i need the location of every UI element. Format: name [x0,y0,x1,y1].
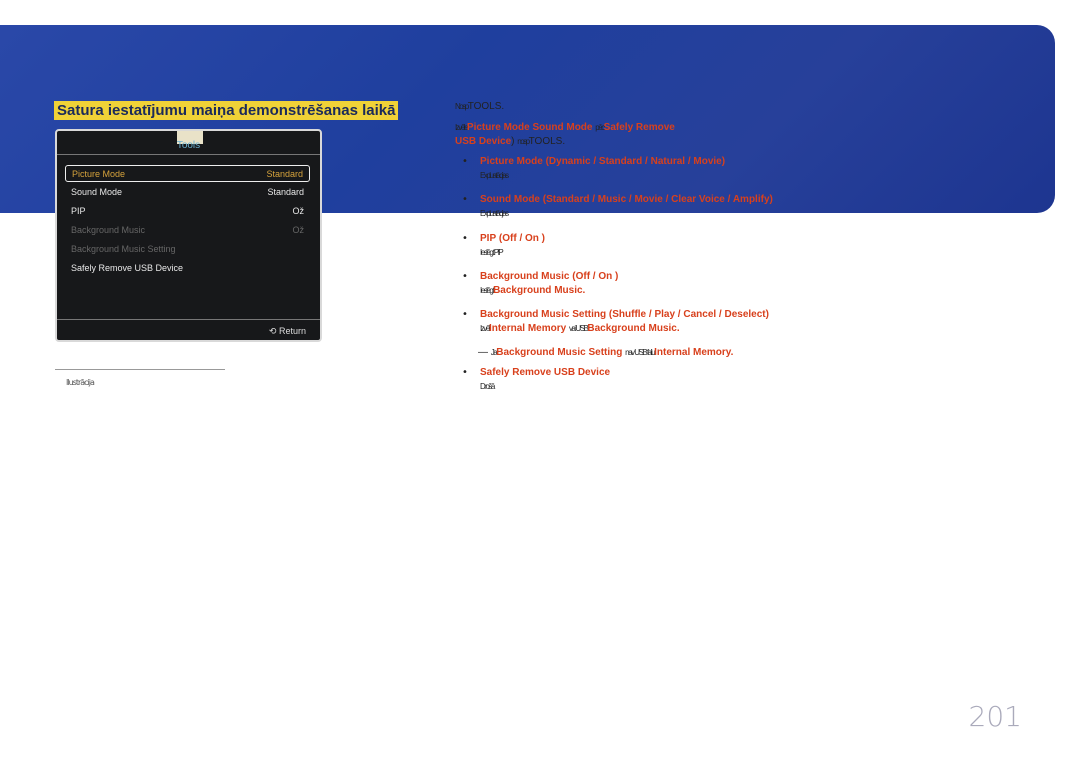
section-title: Satura iestatījumu maiņa demonstrēšanas … [54,101,399,120]
value: Ož [292,206,304,216]
label: PIP [71,206,86,216]
menu-item-background-music-setting[interactable]: Background Music Setting [65,241,310,258]
note: — JaBackground Music Setting nav USB fai… [478,347,734,358]
item-pip: PIP (Off / On ) Ieslēgt PIP [480,233,546,257]
step-2: IzvēlePicture Mode Sound Mode pēcSafely … [455,122,675,147]
menu-item-background-music[interactable]: Background Music Ož [65,222,310,239]
value: Standard [267,187,304,197]
menu-item-safely-remove-usb[interactable]: Safely Remove USB Device [65,260,310,277]
return-label: Return [278,326,306,336]
menu-item-picture-mode[interactable]: Picture Mode Standard [65,165,310,182]
step-1: NospTOOLS. [455,101,505,112]
item-safely-remove-usb: Safely Remove USB Device Drošā [480,367,611,391]
menu-item-pip[interactable]: PIP Ož [65,203,310,220]
label: Picture Mode [72,169,126,179]
label: Safely Remove USB Device [71,263,184,273]
tools-menu: Tools Picture Mode Standard Sound Mode Sta… [55,129,322,342]
item-background-music: Background Music (Off / On ) IeslēgtBackg… [480,271,619,296]
return-button[interactable]: ⟲ Return [269,326,306,337]
item-sound-mode: Sound Mode (Standard / Music / Movie / C… [480,194,773,218]
label: Sound Mode [71,187,123,197]
footnote: Ilustrācija [66,378,95,387]
divider [57,319,320,320]
page-number: 201 [968,700,1022,733]
item-background-music-setting: Background Music Setting (Shuffle / Play… [480,309,769,334]
label: Background Music [71,225,146,235]
item-picture-mode: Picture Mode (Dynamic / Standard / Natur… [480,156,726,180]
label: Background Music Setting [71,244,176,254]
footnote-divider [55,369,225,370]
return-icon: ⟲ [268,326,277,336]
value: Ož [292,225,304,235]
value: Standard [266,169,303,179]
divider [57,154,320,155]
menu-item-sound-mode[interactable]: Sound Mode Standard [65,184,310,201]
menu-title: Tools [176,140,201,151]
